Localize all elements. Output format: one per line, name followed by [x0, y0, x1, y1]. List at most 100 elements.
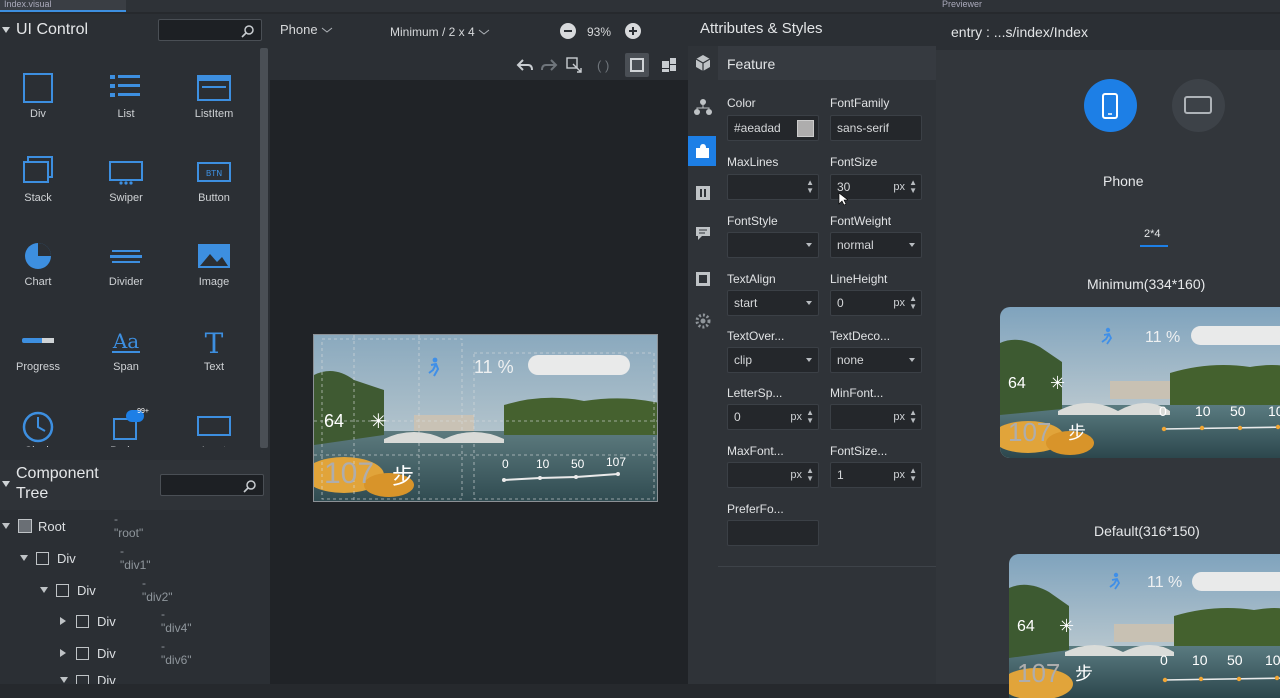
fontsizestep-field[interactable]: 1 px ▲ ▼ [830, 462, 922, 488]
gear-icon[interactable] [694, 312, 712, 330]
palette-item-badge[interactable]: 99+ Badge [91, 407, 161, 447]
stepper-icon[interactable]: ▲ ▼ [909, 409, 917, 425]
palette-item-image[interactable]: Image [179, 238, 249, 288]
maxlines-field[interactable]: ▲ ▼ [727, 174, 819, 200]
layout-tab-2x4[interactable]: 2*4 [1144, 228, 1161, 240]
tree-node-div2[interactable]: Div - "div2" [40, 576, 173, 604]
fontfamily-value: sans-serif [837, 121, 890, 135]
palette-item-input[interactable]: Input [179, 407, 249, 447]
design-preview-card[interactable]: 11 % 64 ✳ 107 步 0 10 50 107 [313, 334, 658, 502]
layout-grid-icon[interactable] [660, 56, 678, 74]
textdecoration-select[interactable]: none [830, 347, 922, 373]
palette-item-label: ListItem [194, 108, 234, 120]
number-label: 64 [1017, 618, 1035, 635]
cube-icon[interactable] [694, 54, 712, 72]
checkbox-icon[interactable] [76, 646, 89, 660]
maxfont-field[interactable]: px ▲ ▼ [727, 462, 819, 488]
lineheight-label: LineHeight [830, 272, 888, 286]
minfont-field[interactable]: px ▲ ▼ [830, 404, 922, 430]
palette-item-divider[interactable]: Divider [91, 238, 161, 288]
fontweight-select[interactable]: normal [830, 232, 922, 258]
checkbox-icon[interactable] [76, 675, 89, 684]
preferfont-field[interactable] [727, 520, 819, 546]
tree-node-div1[interactable]: Div - "div1" [20, 544, 151, 572]
code-toggle-icon[interactable]: ( ) [597, 58, 609, 73]
palette-item-clock[interactable]: Clock [3, 407, 73, 447]
expand-caret-icon[interactable] [40, 587, 48, 593]
stepper-icon[interactable]: ▲ ▼ [806, 179, 814, 195]
chevron-down-icon [321, 27, 332, 33]
palette-item-swiper[interactable]: Swiper [91, 154, 161, 204]
ui-control-search-input[interactable] [158, 19, 262, 41]
undo-icon[interactable] [516, 58, 534, 72]
search-icon [241, 24, 255, 38]
fontstyle-select[interactable] [727, 232, 819, 258]
palette-item-stack[interactable]: Stack [3, 154, 73, 204]
collapse-caret-icon[interactable] [2, 481, 10, 487]
big-number-label[interactable]: 107 [324, 457, 374, 491]
collapse-caret-icon[interactable] [2, 27, 10, 33]
fontfamily-field[interactable]: sans-serif [830, 115, 922, 141]
checkbox-icon[interactable] [76, 614, 89, 628]
layout-select[interactable]: Minimum / 2 x 4 [390, 25, 490, 39]
tree-node-div5[interactable]: Div - "div5" [60, 673, 116, 684]
palette-item-progress[interactable]: Progress [3, 323, 73, 373]
tree-node-div4[interactable]: Div - "div4" [60, 607, 192, 635]
stepper-icon[interactable]: ▲ ▼ [909, 295, 917, 311]
hierarchy-icon[interactable] [694, 98, 712, 116]
palette-item-label: Span [113, 361, 139, 373]
stepper-icon[interactable]: ▲ ▼ [806, 409, 814, 425]
svg-text:T: T [205, 327, 224, 359]
palette-item-span[interactable]: Aa Span [91, 323, 161, 373]
palette-item-div[interactable]: Div [3, 70, 73, 120]
frame-icon[interactable] [694, 270, 712, 288]
redo-icon[interactable] [540, 58, 558, 72]
component-tree-search-input[interactable] [160, 474, 264, 496]
design-canvas[interactable]: 11 % 64 ✳ 107 步 0 10 50 107 [270, 80, 688, 684]
palette-item-text[interactable]: T Text [179, 323, 249, 373]
color-field[interactable]: #aeadad [727, 115, 819, 141]
palette-item-chart[interactable]: Chart [3, 238, 73, 288]
palette-scrollbar[interactable] [260, 48, 268, 448]
zoom-in-button[interactable] [625, 23, 641, 39]
color-swatch[interactable] [797, 120, 814, 137]
stepper-icon[interactable]: ▲ ▼ [909, 179, 917, 195]
feature-tab[interactable] [688, 136, 716, 166]
expand-caret-icon[interactable] [60, 617, 66, 625]
expand-caret-icon[interactable] [60, 649, 66, 657]
previewer-tab[interactable]: Previewer [942, 0, 982, 9]
checkbox-icon[interactable] [36, 551, 49, 565]
phone-icon [1102, 93, 1118, 119]
expand-caret-icon[interactable] [2, 523, 10, 529]
palette-item-label: Div [30, 108, 46, 120]
listitem-icon [194, 70, 234, 106]
ui-control-header[interactable]: UI Control [0, 20, 88, 40]
expand-caret-icon[interactable] [60, 677, 68, 683]
columns-icon[interactable] [694, 184, 712, 202]
stepper-icon[interactable]: ▲ ▼ [806, 467, 814, 483]
textalign-select[interactable]: start [727, 290, 819, 316]
lineheight-field[interactable]: 0 px ▲ ▼ [830, 290, 922, 316]
tick-label: 0 [1159, 403, 1167, 419]
tablet-device-button[interactable] [1172, 79, 1225, 132]
textoverflow-select[interactable]: clip [727, 347, 819, 373]
checkbox-icon[interactable] [56, 583, 69, 597]
palette-item-button[interactable]: BTN Button [179, 154, 249, 204]
phone-device-button[interactable] [1084, 79, 1137, 132]
letterspacing-field[interactable]: 0 px ▲ ▼ [727, 404, 819, 430]
component-tree-header[interactable]: Component Tree [0, 464, 126, 504]
resize-icon[interactable] [565, 56, 583, 74]
search-icon [243, 479, 257, 493]
stepper-icon[interactable]: ▲ ▼ [909, 467, 917, 483]
zoom-out-button[interactable] [560, 23, 576, 39]
tab-index-visual[interactable]: Index.visual [0, 0, 126, 12]
tree-node-root[interactable]: Root - "root" [2, 512, 143, 540]
tree-node-div6[interactable]: Div - "div6" [60, 639, 192, 667]
device-select[interactable]: Phone [280, 22, 333, 37]
letterspacing-unit: px [790, 411, 802, 423]
comment-icon[interactable] [694, 224, 712, 242]
design-view-button[interactable] [625, 53, 649, 77]
expand-caret-icon[interactable] [20, 555, 28, 561]
palette-item-list[interactable]: List [91, 70, 161, 120]
palette-item-listitem[interactable]: ListItem [179, 70, 249, 120]
